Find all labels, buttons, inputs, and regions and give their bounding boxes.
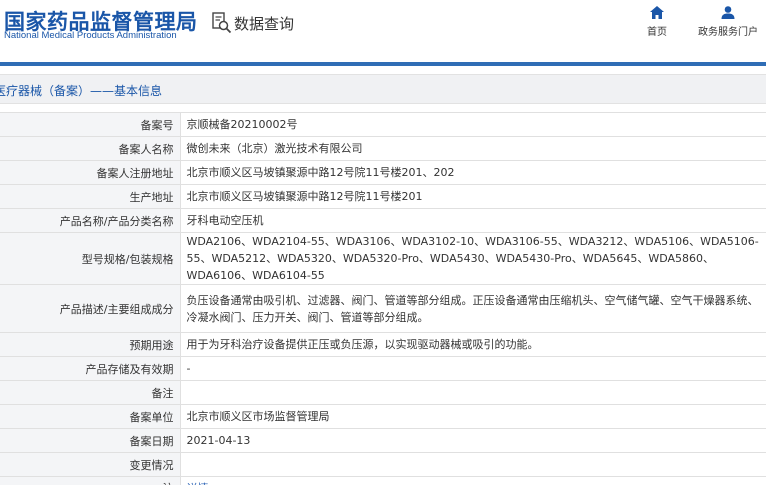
field-label: 备案人注册地址: [0, 160, 181, 185]
table-row: 产品名称/产品分类名称 牙科电动空压机: [0, 208, 766, 233]
field-value: 负压设备通常由吸引机、过滤器、阀门、管道等部分组成。正压设备通常由压缩机头、空气…: [180, 284, 766, 333]
field-label: 产品存储及有效期: [0, 356, 181, 381]
site-header: 国家药品监督管理局 National Medical Products Admi…: [0, 0, 766, 52]
field-value: [180, 452, 766, 477]
table-row: 备案日期 2021-04-13: [0, 428, 766, 453]
section-header: 医疗器械（备案）——基本信息: [0, 74, 766, 104]
field-value: 微创未来（北京）激光技术有限公司: [180, 136, 766, 161]
table-row: 产品存储及有效期 -: [0, 356, 766, 381]
field-value: 用于为牙科治疗设备提供正压或负压源，以实现驱动器械或吸引的功能。: [180, 332, 766, 357]
table-row: 备案单位 北京市顺义区市场监督管理局: [0, 404, 766, 429]
field-label: 产品名称/产品分类名称: [0, 208, 181, 233]
field-value: 2021-04-13: [180, 428, 766, 453]
home-icon: [650, 6, 664, 19]
field-value: 北京市顺义区马坡镇聚源中路12号院11号楼201、202: [180, 160, 766, 185]
user-icon: [721, 6, 735, 19]
field-label: 预期用途: [0, 332, 181, 357]
field-value: [180, 380, 766, 405]
data-query-title: 数据查询: [212, 12, 294, 34]
table-row: 预期用途 用于为牙科治疗设备提供正压或负压源，以实现驱动器械或吸引的功能。: [0, 332, 766, 357]
details-link[interactable]: 详情: [187, 482, 209, 485]
field-label: 备案人名称: [0, 136, 181, 161]
field-label: 生产地址: [0, 184, 181, 209]
table-row: 备案号 京顺械备20210002号: [0, 112, 766, 137]
field-value: -: [180, 356, 766, 381]
field-value: 牙科电动空压机: [180, 208, 766, 233]
table-row: 生产地址 北京市顺义区马坡镇聚源中路12号院11号楼201: [0, 184, 766, 209]
nav-portal-label: 政务服务门户: [698, 27, 758, 38]
nav-service-portal[interactable]: 政务服务门户: [696, 6, 760, 38]
table-row: 备案人名称 微创未来（北京）激光技术有限公司: [0, 136, 766, 161]
nav-home-label: 首页: [647, 27, 667, 38]
note-label: 注: [0, 476, 181, 485]
field-label: 产品描述/主要组成成分: [0, 284, 181, 333]
table-row: 型号规格/包装规格 WDA2106、WDA2104-55、WDA3106、WDA…: [0, 232, 766, 285]
nav-home[interactable]: 首页: [643, 6, 671, 38]
field-value: 北京市顺义区市场监督管理局: [180, 404, 766, 429]
field-value: 京顺械备20210002号: [180, 112, 766, 137]
table-row: 产品描述/主要组成成分 负压设备通常由吸引机、过滤器、阀门、管道等部分组成。正压…: [0, 284, 766, 333]
field-label: 备案单位: [0, 404, 181, 429]
field-label: 备注: [0, 380, 181, 405]
record-detail-table: 备案号 京顺械备20210002号 备案人名称 微创未来（北京）激光技术有限公司…: [0, 112, 766, 485]
table-row-note: 注 详情: [0, 476, 766, 485]
field-label: 备案号: [0, 112, 181, 137]
header-divider: [0, 62, 766, 66]
site-logo-subtitle: National Medical Products Administration: [4, 30, 177, 41]
field-value: 北京市顺义区马坡镇聚源中路12号院11号楼201: [180, 184, 766, 209]
field-label: 变更情况: [0, 452, 181, 477]
data-query-label: 数据查询: [234, 14, 295, 33]
table-row: 变更情况: [0, 452, 766, 477]
field-value: WDA2106、WDA2104-55、WDA3106、WDA3102-10、WD…: [180, 232, 766, 285]
table-row: 备注: [0, 380, 766, 405]
table-row: 备案人注册地址 北京市顺义区马坡镇聚源中路12号院11号楼201、202: [0, 160, 766, 185]
note-value: 详情: [180, 476, 766, 485]
section-title: 医疗器械（备案）——基本信息: [0, 84, 163, 98]
field-label: 型号规格/包装规格: [0, 232, 181, 285]
search-document-icon: [212, 12, 232, 34]
field-label: 备案日期: [0, 428, 181, 453]
